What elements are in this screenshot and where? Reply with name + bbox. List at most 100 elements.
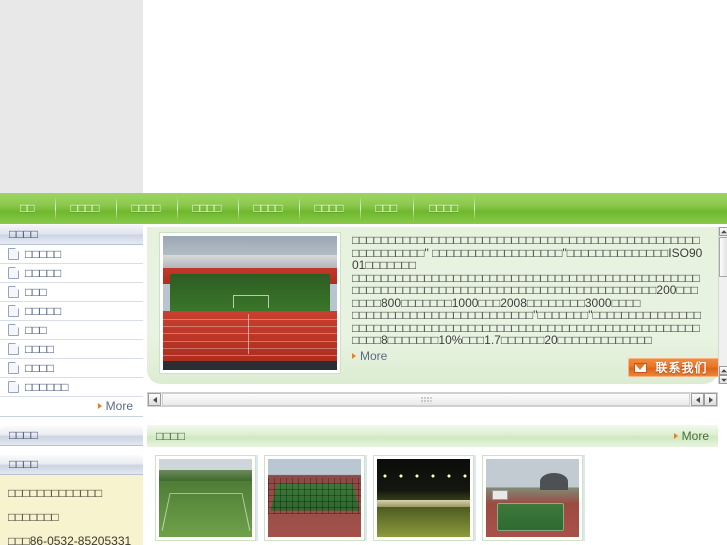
nav-item-label: □□□□ <box>314 201 344 215</box>
caret-up-icon <box>720 229 727 233</box>
contact-address: □□□□□□□□□□□□□ <box>8 486 103 500</box>
sidebar-item-label: □□□□□ <box>25 304 62 318</box>
scroll-thumb-vertical[interactable] <box>719 237 727 277</box>
product-thumbnail-tennis-court[interactable] <box>264 455 365 541</box>
sidebar-contact-box: □□□□□□□□□□□□□ □□□□□□□ □□□86-0532-8520533… <box>0 475 143 545</box>
caret-left-icon <box>152 396 157 403</box>
scroll-up-button-bottom[interactable] <box>719 366 727 375</box>
intro-more-link[interactable]: More <box>352 349 387 363</box>
sidebar-item-label: □□□□ <box>25 342 54 356</box>
main-navigation: □□ □□□□ □□□□ □□□□ □□□□ □□□□ □□□ □□□□ <box>0 193 727 224</box>
sidebar-item-4[interactable]: □□□ <box>0 321 143 340</box>
photo-lane <box>163 333 337 335</box>
document-icon <box>8 324 19 336</box>
sidebar-item-3[interactable]: □□□□□ <box>0 302 143 321</box>
contact-postcode: □□□□□□□ <box>8 510 59 524</box>
scroll-right-button[interactable] <box>704 393 717 406</box>
nav-filler <box>474 193 727 224</box>
contact-us-button[interactable]: 联系我们 <box>628 358 721 377</box>
sidebar-item-label: □□□ <box>25 285 47 299</box>
nav-item-label: □□□□ <box>70 201 100 215</box>
main-content: □□□□□□□□□□□□□□□□□□□□□□□□□□□□□□□□□□□□□□□□… <box>143 224 727 545</box>
intro-panel: □□□□□□□□□□□□□□□□□□□□□□□□□□□□□□□□□□□□□□□□… <box>147 227 721 384</box>
sidebar-item-label: □□□□□ <box>25 247 62 261</box>
banner-image-area <box>143 0 727 193</box>
photo-goal <box>232 294 270 308</box>
scroll-left-button-2[interactable] <box>691 393 704 406</box>
nav-item-company-profile[interactable]: □□□□ <box>54 193 116 224</box>
sidebar-product-list: □□□□□ □□□□□ □□□ □□□□□ □□□ □□□□ □□□□ □□□□… <box>0 245 143 397</box>
products-section-header: □□□□ More <box>147 425 718 447</box>
nav-item-news-center[interactable]: □□□□ <box>115 193 177 224</box>
nav-item-home[interactable]: □□ <box>0 193 55 224</box>
sidebar-item-label: □□□□□ <box>25 266 62 280</box>
caret-left-icon <box>695 396 700 403</box>
sidebar-section3-label: □□□□ <box>9 457 38 471</box>
nav-item-jobs[interactable]: □□□ <box>359 193 414 224</box>
sidebar-gap-1 <box>0 417 143 425</box>
nav-item-label: □□□□ <box>131 201 161 215</box>
document-icon <box>8 286 19 298</box>
chevron-right-icon <box>97 403 102 409</box>
sidebar-item-6[interactable]: □□□□ <box>0 359 143 378</box>
sidebar-item-label: □□□ <box>25 323 47 337</box>
scroll-up-button[interactable] <box>719 227 727 236</box>
scroll-grip-icon <box>420 396 432 403</box>
tennis-court-photo <box>268 459 361 537</box>
stadium-photo <box>163 236 337 370</box>
nav-item-projects[interactable]: □□□□ <box>237 193 299 224</box>
nav-item-contact[interactable]: □□□□ <box>413 193 474 224</box>
product-thumbnail-artificial-turf-pitch[interactable] <box>155 455 256 541</box>
backboard-icon <box>491 490 508 501</box>
contact-phone: □□□86-0532-85205331 <box>8 534 132 545</box>
photo-lane <box>163 319 337 321</box>
sidebar-product-header: □□□□ <box>0 224 143 245</box>
photo-lane <box>163 340 337 342</box>
photo-lane <box>163 354 337 356</box>
intro-paragraph-2: □□□□□□□□□□□□□□□□□□□□□□□□□□□□□□□□□□□□□□□□… <box>352 270 700 310</box>
products-section-title: □□□□ <box>156 429 185 443</box>
document-icon <box>8 305 19 317</box>
page-root: □□ □□□□ □□□□ □□□□ □□□□ □□□□ □□□ □□□□ □□□… <box>0 0 727 545</box>
sidebar-more-link[interactable]: More <box>0 397 143 417</box>
nav-item-products[interactable]: □□□□ <box>176 193 238 224</box>
site-banner <box>0 0 727 193</box>
scroll-bottom-group <box>719 366 727 384</box>
scroll-left-button[interactable] <box>148 393 161 406</box>
chevron-right-icon <box>352 353 356 359</box>
basketball-court-photo <box>486 459 579 537</box>
scroll-down-button[interactable] <box>719 375 727 384</box>
sidebar-section3-header[interactable]: □□□□ <box>0 454 143 475</box>
hero-image-frame[interactable] <box>160 233 340 373</box>
sidebar-section2-label: □□□□ <box>9 428 38 442</box>
body-wrapper: □□□□ □□□□□ □□□□□ □□□ □□□□□ □□□ □□□□ □□□□… <box>0 224 727 545</box>
sidebar-product-header-label: □□□□ <box>9 227 38 241</box>
horizontal-scrollbar[interactable] <box>147 392 718 407</box>
banner-logo-area <box>0 0 143 193</box>
sidebar-item-5[interactable]: □□□□ <box>0 340 143 359</box>
products-more-label: More <box>681 429 709 443</box>
photo-lane <box>163 326 337 328</box>
sidebar-item-0[interactable]: □□□□□ <box>0 245 143 264</box>
sidebar-item-7[interactable]: □□□□□□ <box>0 378 143 397</box>
sidebar-section2-header[interactable]: □□□□ <box>0 425 143 446</box>
product-thumbnail-strip <box>147 455 718 545</box>
company-intro-text: □□□□□□□□□□□□□□□□□□□□□□□□□□□□□□□□□□□□□□□□… <box>352 234 704 346</box>
products-more-link[interactable]: More <box>673 429 709 443</box>
sidebar-item-1[interactable]: □□□□□ <box>0 264 143 283</box>
scroll-track-horizontal[interactable] <box>162 393 690 406</box>
document-icon <box>8 248 19 260</box>
sidebar-gap-2 <box>0 446 143 454</box>
nav-item-label: □□□ <box>375 201 398 215</box>
photo-midline <box>248 313 250 354</box>
nav-item-service[interactable]: □□□□ <box>298 193 360 224</box>
contact-us-label: 联系我们 <box>655 361 708 375</box>
document-icon <box>8 381 19 393</box>
sidebar-item-label: □□□□ <box>25 361 54 375</box>
nav-item-label: □□□□ <box>253 201 283 215</box>
product-thumbnail-basketball-court[interactable] <box>482 455 583 541</box>
product-thumbnail-night-lit-court[interactable] <box>373 455 474 541</box>
panel-vertical-scrollbar[interactable] <box>718 227 727 384</box>
sidebar-item-2[interactable]: □□□ <box>0 283 143 302</box>
caret-right-icon <box>708 396 713 403</box>
